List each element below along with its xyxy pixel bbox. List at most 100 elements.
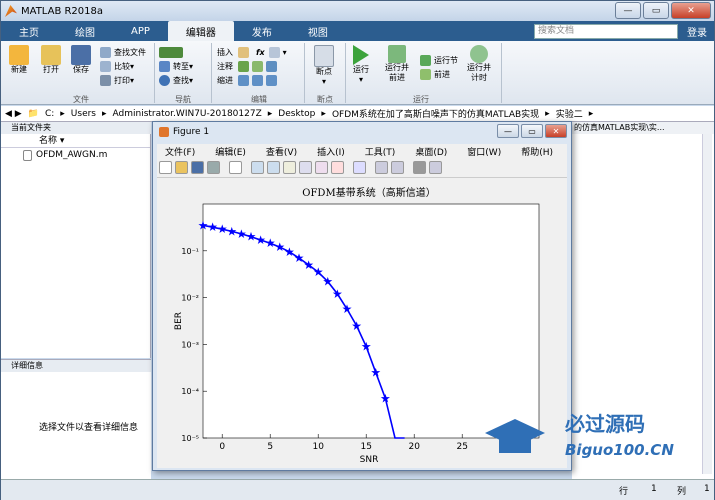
folder-up-icon[interactable]: 📁 bbox=[28, 109, 39, 119]
current-folder-pane: 名称 ▾ OFDM_AWGN.m bbox=[1, 134, 151, 358]
tab-publish[interactable]: 发布 bbox=[234, 21, 290, 41]
run-small-buttons: 运行节 前进 bbox=[420, 53, 458, 81]
zoom-in-icon[interactable] bbox=[251, 161, 264, 174]
search-input[interactable]: 搜索文档 bbox=[534, 24, 678, 39]
path-segment[interactable]: OFDM系统在加了高斯白噪声下的仿真MATLAB实现 bbox=[332, 107, 539, 120]
edit-buttons: 插入 fx ▾ 注释 缩进 bbox=[217, 45, 287, 87]
path-segment[interactable]: Users bbox=[71, 109, 96, 119]
figure-title: Figure 1 bbox=[173, 127, 210, 137]
m-file-icon bbox=[23, 149, 32, 161]
tab-editor[interactable]: 编辑器 bbox=[167, 21, 234, 41]
save-icon[interactable] bbox=[191, 161, 204, 174]
compare-button[interactable]: 比较 ▾ bbox=[100, 59, 146, 73]
comment-icon bbox=[238, 60, 249, 72]
menu-insert[interactable]: 插入(I) bbox=[317, 145, 345, 158]
link-icon[interactable] bbox=[353, 161, 366, 174]
path-segment[interactable]: 实验二 bbox=[556, 107, 583, 120]
advance-button[interactable]: 前进 bbox=[420, 67, 458, 81]
menu-edit[interactable]: 编辑(E) bbox=[215, 145, 246, 158]
status-bar: 行 1 列 1 bbox=[1, 479, 714, 500]
data-point-star: ★ bbox=[342, 302, 353, 316]
run-section-label: 运行节 bbox=[434, 55, 458, 65]
menu-window[interactable]: 窗口(W) bbox=[467, 145, 501, 158]
hide-tools-icon[interactable] bbox=[413, 161, 426, 174]
brush-icon[interactable] bbox=[331, 161, 344, 174]
path-segment[interactable]: C: bbox=[45, 109, 54, 119]
run-advance-button[interactable]: 运行并 前进 bbox=[385, 45, 409, 83]
nav-buttons: 转至 ▾ 查找 ▾ bbox=[159, 45, 193, 87]
find-label: 查找 bbox=[173, 75, 189, 85]
timer-icon bbox=[470, 45, 488, 63]
address-bar[interactable]: ◀ ▶ 📁 C: ▸ Users ▸ Administrator.WIN7U-201… bbox=[1, 106, 714, 122]
path-segment[interactable]: Administrator.WIN7U-20180127Z bbox=[113, 109, 262, 119]
col-value: 1 bbox=[704, 484, 710, 494]
new-button[interactable]: 新建 bbox=[9, 45, 29, 75]
save-icon bbox=[71, 45, 91, 65]
details-pane: 详细信息 选择文件以查看详细信息 bbox=[1, 359, 151, 479]
tab-apps[interactable]: APP bbox=[113, 21, 168, 41]
pan-icon[interactable] bbox=[283, 161, 296, 174]
menu-help[interactable]: 帮助(H) bbox=[521, 145, 553, 158]
group-divider bbox=[304, 43, 305, 103]
tab-plots[interactable]: 绘图 bbox=[57, 21, 113, 41]
menu-tools[interactable]: 工具(T) bbox=[365, 145, 396, 158]
goto-button[interactable]: 转至 ▾ bbox=[159, 59, 193, 73]
path-segment[interactable]: Desktop bbox=[278, 109, 315, 119]
menu-file[interactable]: 文件(F) bbox=[165, 145, 195, 158]
print-icon[interactable] bbox=[207, 161, 220, 174]
data-cursor-icon[interactable] bbox=[315, 161, 328, 174]
breakpoints-button[interactable]: 断点 ▾ bbox=[314, 45, 334, 87]
new-figure-icon[interactable] bbox=[159, 161, 172, 174]
rotate-icon[interactable] bbox=[299, 161, 312, 174]
column-header-name[interactable]: 名称 ▾ bbox=[1, 134, 150, 148]
insert-label: 插入 bbox=[217, 47, 233, 57]
nav-back-icon[interactable]: ◀ ▶ bbox=[5, 109, 22, 119]
x-axis-label: SNR bbox=[360, 455, 379, 465]
comment-button[interactable]: 注释 bbox=[217, 59, 287, 73]
file-list-item[interactable]: OFDM_AWGN.m bbox=[1, 148, 150, 162]
nav-arrows[interactable] bbox=[159, 45, 193, 59]
open-button[interactable]: 打开 bbox=[41, 45, 61, 75]
minimize-button[interactable]: — bbox=[615, 2, 641, 19]
colorbar-icon[interactable] bbox=[375, 161, 388, 174]
data-point-star: ★ bbox=[351, 319, 362, 333]
print-button[interactable]: 打印 ▾ bbox=[100, 73, 146, 87]
matlab-logo-icon bbox=[5, 5, 17, 17]
tab-home[interactable]: 主页 bbox=[1, 21, 57, 41]
show-tools-icon[interactable] bbox=[429, 161, 442, 174]
figure-close-button[interactable]: ✕ bbox=[545, 124, 567, 138]
figure-minimize-button[interactable]: — bbox=[497, 124, 519, 138]
open-icon[interactable] bbox=[175, 161, 188, 174]
legend-icon[interactable] bbox=[391, 161, 404, 174]
zoom-out-icon[interactable] bbox=[267, 161, 280, 174]
close-button[interactable]: ✕ bbox=[671, 2, 711, 19]
folder-icon bbox=[41, 45, 61, 65]
figure-toolbar bbox=[157, 158, 567, 178]
insert-button[interactable]: 插入 fx ▾ bbox=[217, 45, 287, 59]
indent-button[interactable]: 缩进 bbox=[217, 73, 287, 87]
login-button[interactable]: 登录 bbox=[681, 23, 713, 40]
run-section-button[interactable]: 运行节 bbox=[420, 53, 458, 67]
back-forward-icon bbox=[159, 46, 183, 58]
maximize-button[interactable]: ▭ bbox=[643, 2, 669, 19]
run-advance-icon bbox=[388, 45, 406, 63]
menu-view[interactable]: 查看(V) bbox=[266, 145, 297, 158]
run-button[interactable]: 运行 ▾ bbox=[353, 45, 369, 85]
fx-icon[interactable]: fx bbox=[256, 48, 265, 57]
wrap-icon bbox=[266, 60, 277, 72]
pointer-icon[interactable] bbox=[229, 161, 242, 174]
save-button[interactable]: 保存 bbox=[71, 45, 91, 75]
file-group-label: 文件 bbox=[73, 95, 89, 104]
run-time-button[interactable]: 运行并 计时 bbox=[467, 45, 491, 83]
open-label: 打开 bbox=[43, 65, 59, 74]
watermark-url: Biguo100.CN bbox=[565, 441, 674, 459]
figure-maximize-button[interactable]: ▭ bbox=[521, 124, 543, 138]
menu-desktop[interactable]: 桌面(D) bbox=[415, 145, 447, 158]
find-files-button[interactable]: 查找文件 bbox=[100, 45, 146, 59]
tab-view[interactable]: 视图 bbox=[290, 21, 346, 41]
breakpoints-icon bbox=[314, 45, 334, 67]
data-point-star: ★ bbox=[380, 391, 391, 405]
find-button[interactable]: 查找 ▾ bbox=[159, 73, 193, 87]
graduation-cap-base bbox=[499, 439, 531, 453]
title-bar: MATLAB R2018a bbox=[1, 1, 714, 21]
